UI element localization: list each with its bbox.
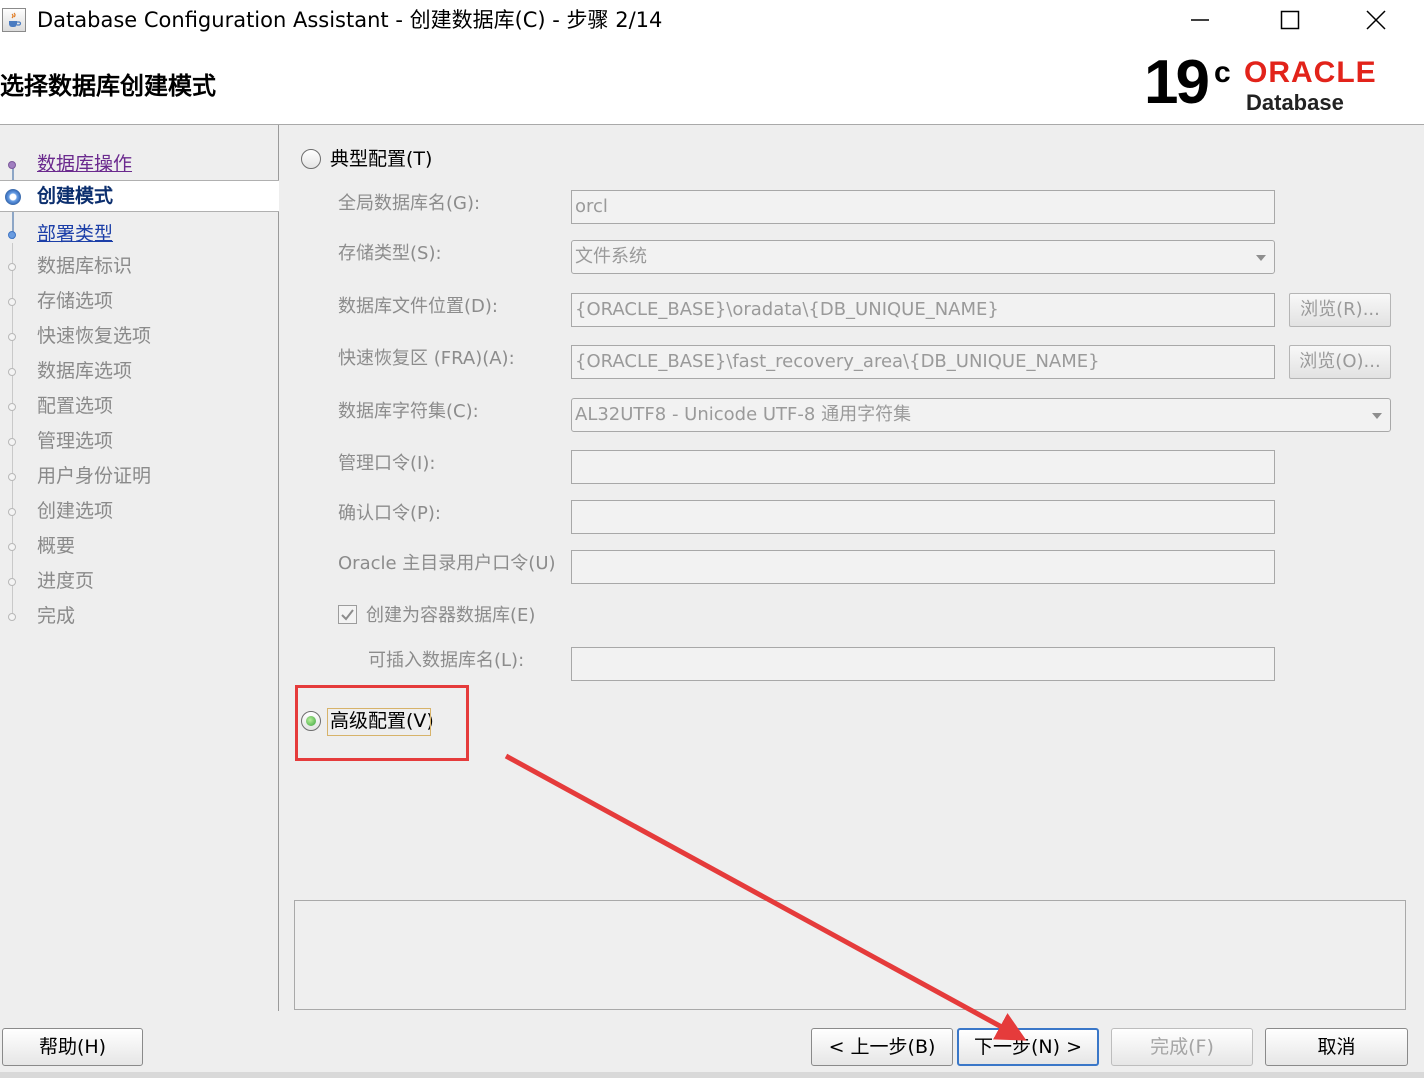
step-pending-icon xyxy=(8,333,16,341)
nav-step-label: 管理选项 xyxy=(37,430,114,452)
nav-step-config-options: 配置选项 xyxy=(0,391,278,423)
step-pending-icon xyxy=(8,543,16,551)
window-title: Database Configuration Assistant - 创建数据库… xyxy=(37,8,663,32)
help-button[interactable]: 帮助(H) xyxy=(2,1028,143,1066)
oracle-home-password-label: Oracle 主目录用户口令(U) xyxy=(338,553,556,574)
nav-step-label: 存储选项 xyxy=(37,290,114,312)
minimize-button[interactable] xyxy=(1160,0,1240,40)
checkmark-icon xyxy=(341,609,354,621)
confirm-password-field[interactable] xyxy=(571,500,1275,534)
nav-step-fast-recovery: 快速恢复选项 xyxy=(0,321,278,353)
next-button[interactable]: 下一步(N) > xyxy=(957,1028,1099,1066)
nav-step-db-identity: 数据库标识 xyxy=(0,251,278,283)
db-file-location-label: 数据库文件位置(D): xyxy=(338,296,498,317)
logo-product: Database xyxy=(1246,90,1344,115)
nav-step-db-operation[interactable]: 数据库操作 xyxy=(0,149,278,181)
nav-step-label: 创建模式 xyxy=(37,185,114,207)
oracle-19c-logo: 19 c ORACLE Database xyxy=(1144,48,1414,118)
container-db-checkbox[interactable] xyxy=(338,605,357,624)
nav-step-management: 管理选项 xyxy=(0,426,278,458)
step-pending-icon xyxy=(8,368,16,376)
step-navigation: 数据库操作 创建模式 部署类型 数据库标识 存储选项 快速恢复选项 数据库选项 … xyxy=(0,125,279,1011)
step-pending-icon xyxy=(8,438,16,446)
browse-db-location-button[interactable]: 浏览(R)... xyxy=(1289,293,1391,327)
nav-step-progress: 进度页 xyxy=(0,566,278,598)
admin-password-label: 管理口令(I): xyxy=(338,453,436,474)
pdb-name-label: 可插入数据库名(L): xyxy=(368,650,525,671)
step-visited-icon xyxy=(8,161,16,169)
chevron-down-icon xyxy=(1372,413,1382,419)
storage-type-value: 文件系统 xyxy=(575,246,647,267)
nav-step-label: 配置选项 xyxy=(37,395,114,417)
global-db-name-label: 全局数据库名(G): xyxy=(338,193,481,214)
step-pending-icon xyxy=(8,613,16,621)
nav-step-label: 创建选项 xyxy=(37,500,114,522)
step-pending-icon xyxy=(8,578,16,586)
close-icon xyxy=(1366,10,1386,30)
confirm-password-label: 确认口令(P): xyxy=(338,503,441,524)
window-titlebar: Database Configuration Assistant - 创建数据库… xyxy=(0,0,1424,40)
charset-value: AL32UTF8 - Unicode UTF-8 通用字符集 xyxy=(575,404,912,425)
container-db-label[interactable]: 创建为容器数据库(E) xyxy=(366,604,535,628)
db-file-location-field[interactable]: {ORACLE_BASE}\oradata\{DB_UNIQUE_NAME} xyxy=(571,293,1275,327)
nav-step-label: 数据库选项 xyxy=(37,360,133,382)
java-cup-icon xyxy=(2,8,26,32)
page-header: 选择数据库创建模式 19 c ORACLE Database xyxy=(0,40,1424,125)
nav-step-label[interactable]: 数据库操作 xyxy=(37,152,132,176)
close-button[interactable] xyxy=(1336,0,1416,40)
logo-version: 19 xyxy=(1144,48,1210,117)
nav-step-creation-options: 创建选项 xyxy=(0,496,278,528)
nav-step-storage: 存储选项 xyxy=(0,286,278,318)
admin-password-field[interactable] xyxy=(571,450,1275,484)
cancel-button[interactable]: 取消 xyxy=(1265,1028,1408,1066)
annotation-highlight-box xyxy=(295,685,469,761)
nav-step-creation-mode[interactable]: 创建模式 xyxy=(0,180,279,212)
step-pending-icon xyxy=(8,403,16,411)
nav-step-db-options: 数据库选项 xyxy=(0,356,278,388)
fra-label: 快速恢复区 (FRA)(A): xyxy=(338,348,515,369)
step-pending-icon xyxy=(8,508,16,516)
page-title: 选择数据库创建模式 xyxy=(0,72,216,100)
nav-step-label: 概要 xyxy=(37,535,76,557)
window-bottom-edge xyxy=(0,1072,1424,1078)
charset-label: 数据库字符集(C): xyxy=(338,401,479,422)
logo-brand: ORACLE xyxy=(1244,56,1377,89)
charset-select[interactable]: AL32UTF8 - Unicode UTF-8 通用字符集 xyxy=(571,398,1391,432)
main-panel: 典型配置(T) 全局数据库名(G): orcl 存储类型(S): 文件系统 数据… xyxy=(279,125,1424,1011)
nav-step-label: 用户身份证明 xyxy=(37,465,152,487)
button-bar: 帮助(H) < 上一步(B) 下一步(N) > 完成(F) 取消 xyxy=(0,1011,1424,1078)
browse-fra-button[interactable]: 浏览(O)... xyxy=(1289,345,1391,379)
step-pending-icon xyxy=(8,473,16,481)
finish-button: 完成(F) xyxy=(1111,1028,1253,1066)
nav-step-label: 进度页 xyxy=(37,570,95,592)
nav-step-label: 数据库标识 xyxy=(37,255,133,277)
fra-field[interactable]: {ORACLE_BASE}\fast_recovery_area\{DB_UNI… xyxy=(571,345,1275,379)
storage-type-select[interactable]: 文件系统 xyxy=(571,240,1275,274)
maximize-button[interactable] xyxy=(1250,0,1330,40)
step-link-icon xyxy=(8,231,16,239)
storage-type-label: 存储类型(S): xyxy=(338,243,442,264)
back-button[interactable]: < 上一步(B) xyxy=(811,1028,953,1066)
pdb-name-field[interactable] xyxy=(571,647,1275,681)
step-pending-icon xyxy=(8,298,16,306)
nav-step-label: 完成 xyxy=(37,605,76,627)
nav-step-finish: 完成 xyxy=(0,601,278,633)
oracle-home-password-field[interactable] xyxy=(571,550,1275,584)
global-db-name-field[interactable]: orcl xyxy=(571,190,1275,224)
nav-step-label: 快速恢复选项 xyxy=(37,325,152,347)
nav-step-summary: 概要 xyxy=(0,531,278,563)
typical-config-label[interactable]: 典型配置(T) xyxy=(330,147,432,171)
nav-step-credentials: 用户身份证明 xyxy=(0,461,278,493)
nav-step-label[interactable]: 部署类型 xyxy=(37,222,113,246)
typical-config-radio[interactable] xyxy=(301,149,321,169)
chevron-down-icon xyxy=(1256,255,1266,261)
step-pending-icon xyxy=(8,263,16,271)
nav-step-deploy-type[interactable]: 部署类型 xyxy=(0,219,278,251)
logo-version-suffix: c xyxy=(1214,56,1231,89)
step-current-icon xyxy=(5,189,21,205)
minimize-icon xyxy=(1191,19,1209,21)
message-area xyxy=(294,900,1406,1010)
maximize-icon xyxy=(1280,10,1300,30)
